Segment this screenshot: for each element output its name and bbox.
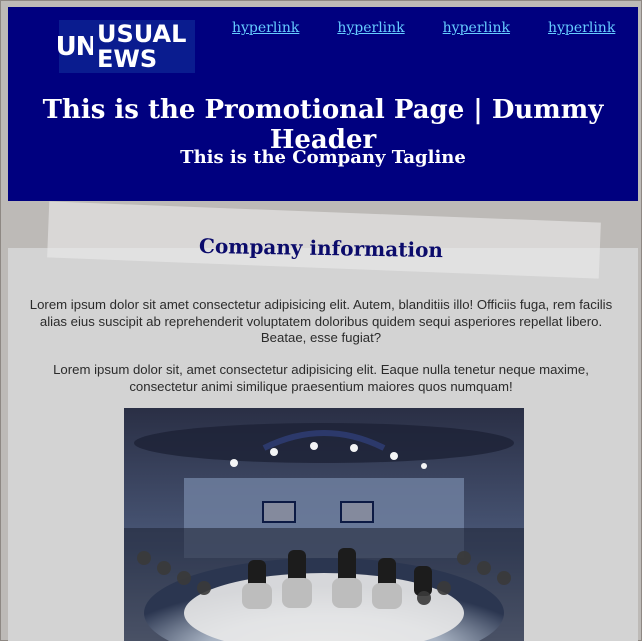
company-tagline: This is the Company Tagline: [180, 147, 466, 168]
company-info-paragraph-1: Lorem ipsum dolor sit amet consectetur a…: [29, 297, 613, 345]
logo-text: USUAL EWS: [93, 20, 195, 73]
nav-hyperlink-3[interactable]: hyperlink: [443, 20, 510, 36]
logo-mark: UN: [56, 20, 97, 73]
page-title: This is the Promotional Page | Dummy Hea…: [42, 95, 604, 155]
nav-hyperlink-2[interactable]: hyperlink: [337, 20, 404, 36]
panel-discussion-photo: [124, 408, 524, 641]
nav-hyperlink-1[interactable]: hyperlink: [232, 20, 299, 36]
event-photo: [124, 408, 524, 641]
company-info-paragraph-2: Lorem ipsum dolor sit, amet consectetur …: [53, 362, 589, 394]
top-nav: hyperlink hyperlink hyperlink hyperlink: [232, 20, 615, 36]
nav-hyperlink-4[interactable]: hyperlink: [548, 20, 615, 36]
logo-line-1: USUAL: [97, 20, 187, 48]
logo-line-2: EWS: [97, 45, 158, 73]
unusual-news-logo[interactable]: UN USUAL EWS: [56, 20, 195, 73]
site-header: UN USUAL EWS hyperlink hyperlink hyperli…: [8, 7, 638, 201]
